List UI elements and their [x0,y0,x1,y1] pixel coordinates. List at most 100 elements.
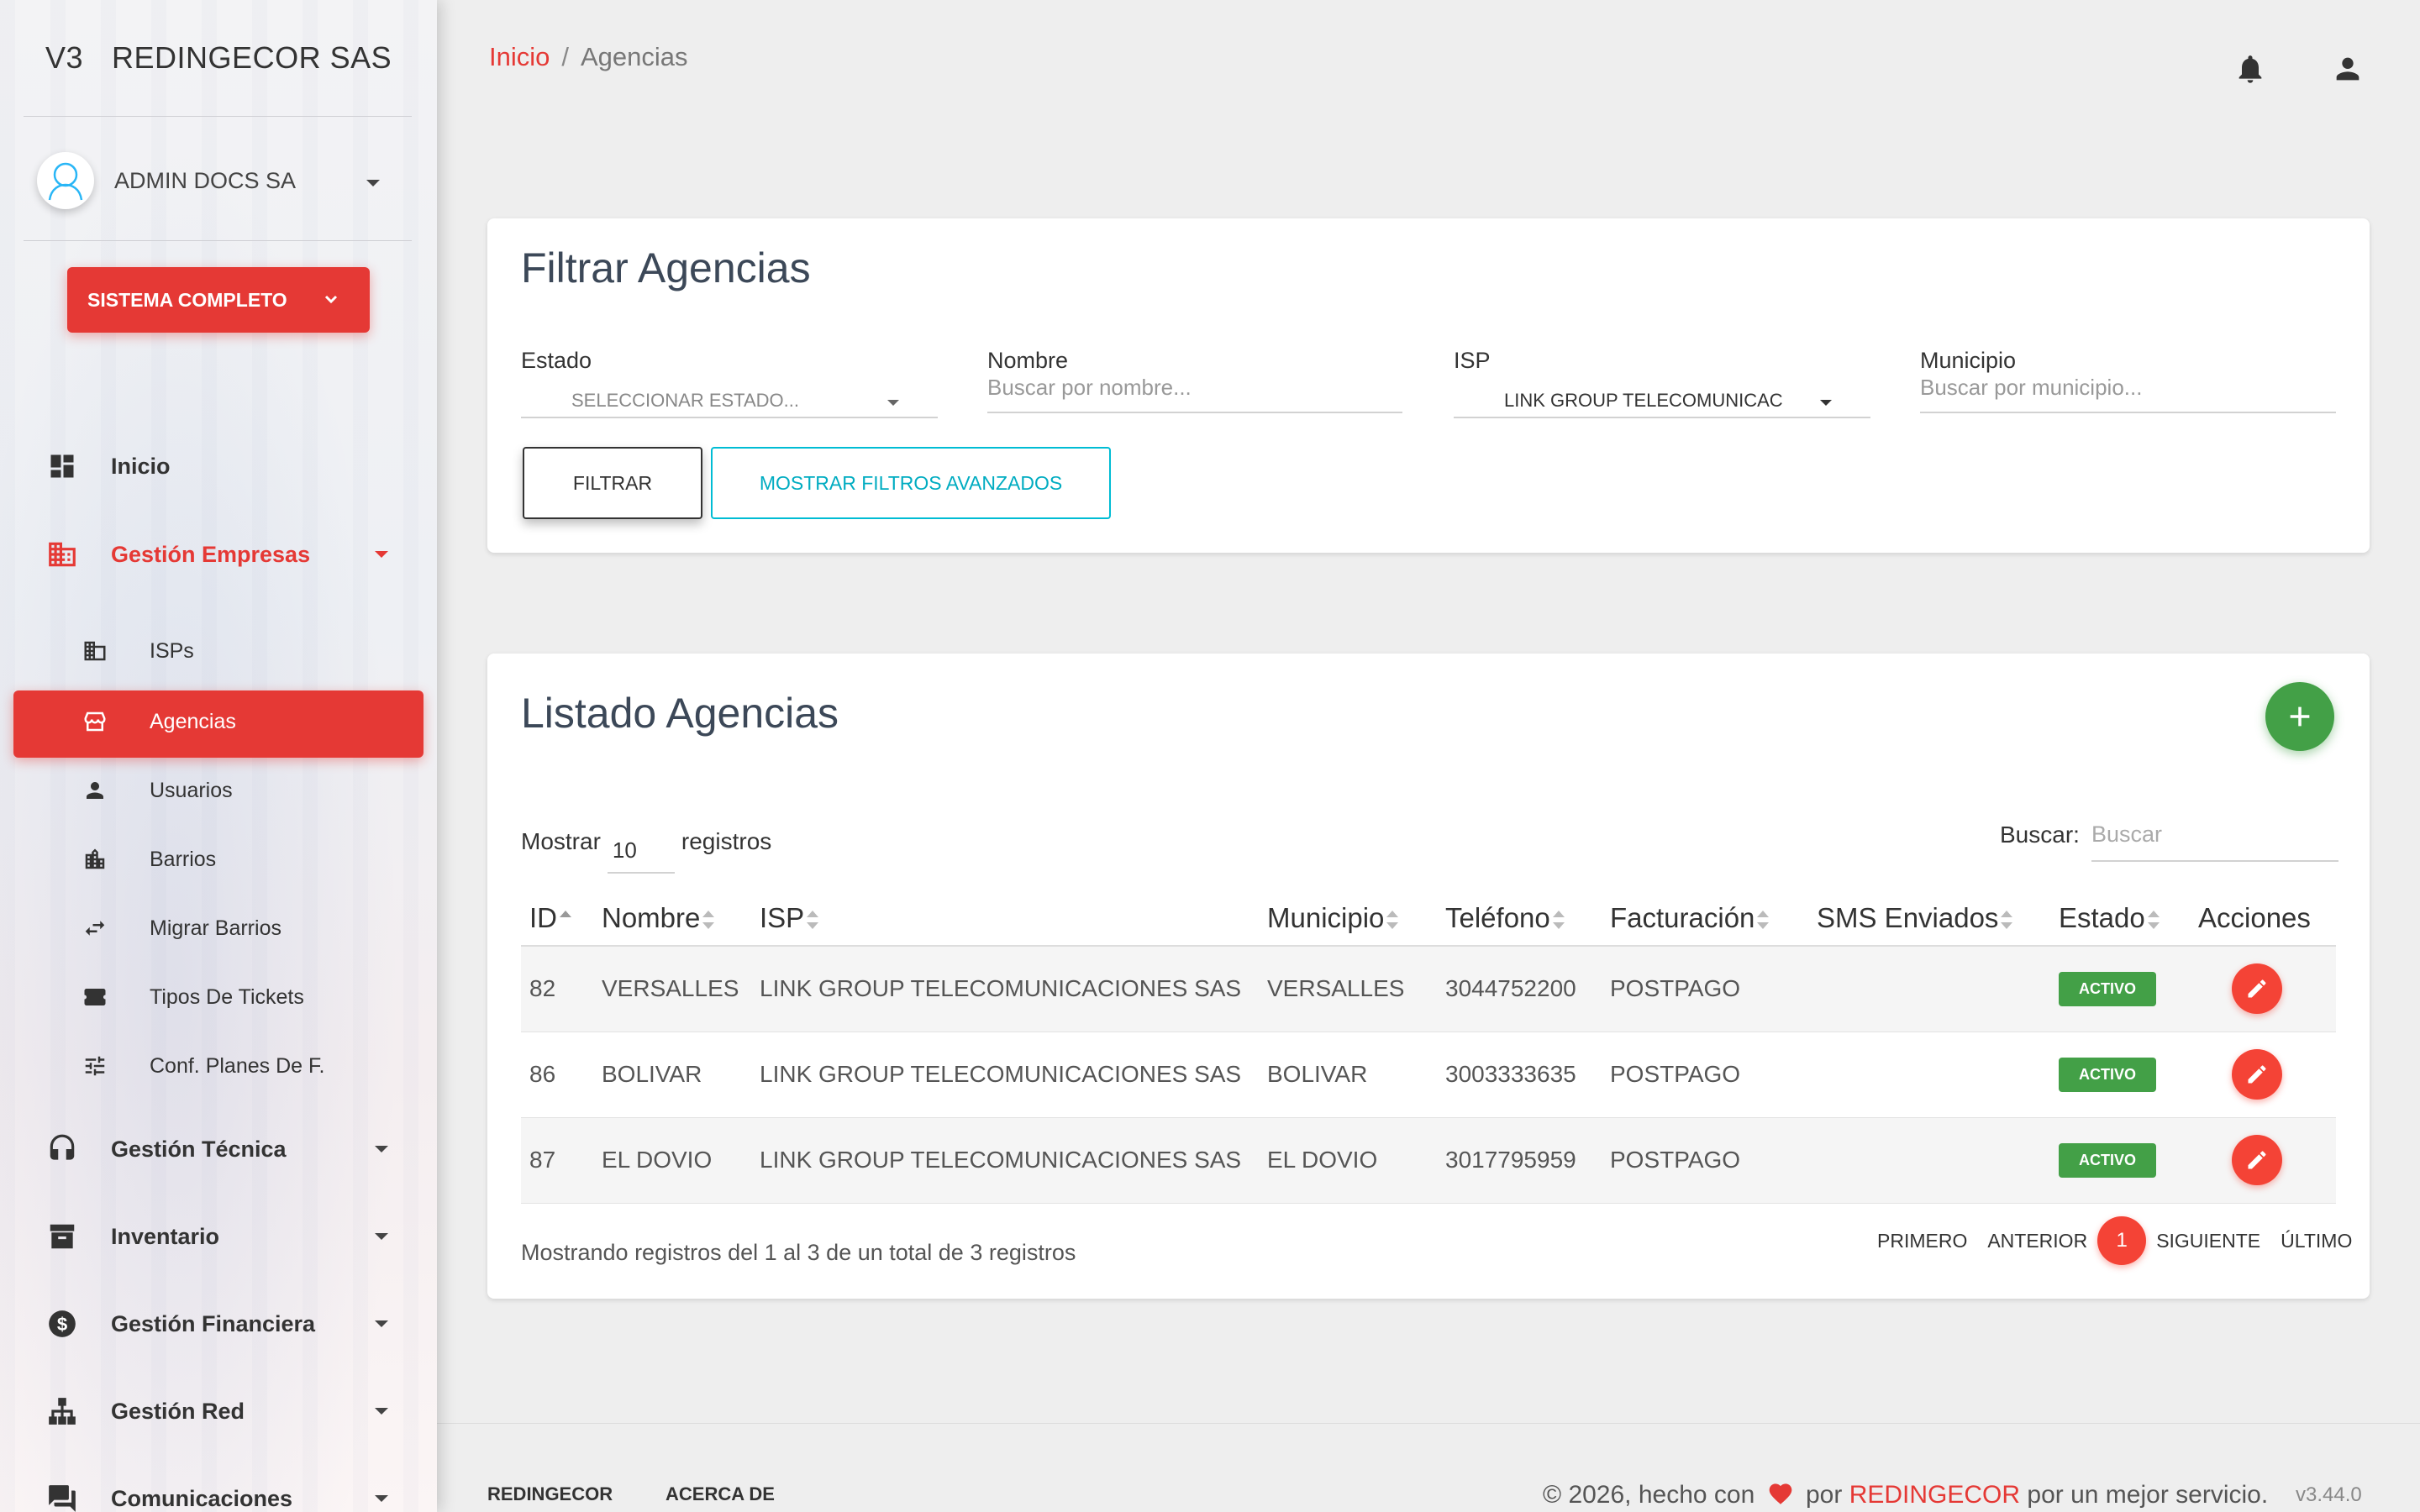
table-row: 86 BOLIVAR LINK GROUP TELECOMUNICACIONES… [521,1032,2336,1118]
edit-button[interactable] [2232,1049,2282,1100]
user-outline-icon [48,162,83,201]
cell-nombre: EL DOVIO [593,1117,751,1204]
footer-link-redingecor[interactable]: REDINGECOR [487,1483,613,1505]
nav-migrar-barrios[interactable]: Migrar Barrios [81,914,281,942]
pager-next[interactable]: SIGUIENTE [2156,1230,2260,1252]
system-select-button[interactable]: SISTEMA COMPLETO [67,267,370,333]
chevron-down-icon [375,1146,388,1152]
nav-isps[interactable]: ISPs [81,637,194,665]
pager-last[interactable]: ÚLTIMO [2281,1230,2352,1252]
cell-isp: LINK GROUP TELECOMUNICACIONES SAS [751,946,1259,1032]
breadcrumb: Inicio / Agencias [489,42,688,72]
nav-usuarios[interactable]: Usuarios [81,776,233,805]
page-length-select[interactable]: 10 [607,837,675,874]
search-input[interactable]: Buscar [2091,822,2338,862]
table-row: 87 EL DOVIO LINK GROUP TELECOMUNICACIONE… [521,1117,2336,1204]
nav-inicio[interactable]: Inicio [45,449,171,483]
col-id[interactable]: ID [521,890,593,947]
pencil-icon [2248,1065,2266,1084]
caret-down-icon [1820,400,1832,406]
cell-telefono: 3003333635 [1437,1032,1602,1118]
nav-tipos-tickets[interactable]: Tipos De Tickets [81,983,304,1011]
add-agency-button[interactable] [2265,682,2334,751]
col-municipio[interactable]: Municipio [1259,890,1437,947]
advanced-filters-button[interactable]: MOSTRAR FILTROS AVANZADOS [711,447,1111,519]
isp-select[interactable]: LINK GROUP TELECOMUNICAC [1454,380,1870,418]
system-select-label: SISTEMA COMPLETO [87,288,287,311]
edit-button[interactable] [2232,963,2282,1015]
nav-agencias[interactable]: Agencias [81,707,236,736]
municipio-input[interactable]: Buscar por municipio... [1920,375,2336,413]
nav-inventario[interactable]: Inventario [45,1220,388,1253]
cell-isp: LINK GROUP TELECOMUNICACIONES SAS [751,1117,1259,1204]
nav-comunicaciones[interactable]: Comunicaciones [45,1482,388,1512]
status-badge: ACTIVO [2059,1142,2157,1178]
caret-down-icon [887,400,899,406]
col-sms[interactable]: SMS Enviados [1808,890,2050,947]
breadcrumb-home[interactable]: Inicio [489,42,550,71]
edit-button[interactable] [2232,1135,2282,1185]
status-badge: ACTIVO [2059,971,2157,1006]
pagination: PRIMERO ANTERIOR 1 SIGUIENTE ÚLTIMO [1877,1216,2372,1265]
nav-label: Gestión Red [111,1398,245,1424]
nav-conf-planes[interactable]: Conf. Planes De F. [81,1052,324,1080]
nav-label: Inicio [111,453,171,479]
chevron-down-icon [366,180,380,186]
footer-link-acerca[interactable]: ACERCA DE [666,1483,775,1505]
cell-id: 86 [521,1032,593,1118]
heart-icon [1767,1480,1794,1512]
sort-icon [2147,910,2160,930]
nav-barrios[interactable]: Barrios [81,845,216,874]
cell-nombre: VERSALLES [593,946,751,1032]
cell-sms [1808,946,2050,1032]
chevron-down-icon [324,295,338,304]
nav-gestion-tecnica[interactable]: Gestión Técnica [45,1132,388,1166]
page-length: Mostrar 10 registros [521,819,771,874]
cell-isp: LINK GROUP TELECOMUNICACIONES SAS [751,1032,1259,1118]
brand-version: V3 [45,40,84,75]
pager-first[interactable]: PRIMERO [1877,1230,1967,1252]
pencil-icon [2248,979,2266,998]
pager-prev[interactable]: ANTERIOR [1987,1230,2087,1252]
estado-select-value: SELECCIONAR ESTADO... [571,390,799,411]
chevron-down-icon [375,1495,388,1502]
cell-telefono: 3044752200 [1437,946,1602,1032]
nav-gestion-empresas[interactable]: Gestión Empresas [45,538,388,571]
sort-icon [1386,910,1399,930]
copyright-brand[interactable]: REDINGECOR [1849,1481,2020,1509]
col-telefono[interactable]: Teléfono [1437,890,1602,947]
money-icon: $ [45,1307,79,1341]
store-icon [81,707,109,736]
nav-label: Gestión Técnica [111,1136,287,1162]
sidebar: V3 REDINGECOR SAS ADMIN DOCS SA SISTEMA C… [0,0,437,1512]
estado-label: Estado [521,348,592,373]
col-nombre[interactable]: Nombre [593,890,751,947]
sort-asc-icon [559,910,572,930]
brand-name: REDINGECOR SAS [112,40,392,75]
sort-icon [1552,910,1565,930]
nav-label: Comunicaciones [111,1485,293,1511]
account-icon[interactable] [2331,52,2365,86]
notifications-icon[interactable] [2233,52,2267,86]
col-estado[interactable]: Estado [2050,890,2190,947]
nav-gestion-financiera[interactable]: $ Gestión Financiera [45,1307,388,1341]
agencies-table: ID Nombre ISP Municipio Teléfono Factura… [521,890,2336,1204]
col-facturacion[interactable]: Facturación [1602,890,1808,947]
chevron-down-icon [375,1233,388,1240]
col-isp[interactable]: ISP [751,890,1259,947]
cell-acciones [2190,1117,2336,1204]
estado-select[interactable]: SELECCIONAR ESTADO... [521,380,938,418]
search-label: Buscar: [2000,822,2080,848]
col-acciones: Acciones [2190,890,2336,947]
table-header-row: ID Nombre ISP Municipio Teléfono Factura… [521,890,2336,947]
person-icon [81,776,109,805]
cell-acciones [2190,1032,2336,1118]
cell-estado: ACTIVO [2050,1117,2190,1204]
brand[interactable]: V3 REDINGECOR SAS [45,40,392,76]
sidebar-divider [24,116,412,117]
filtrar-button[interactable]: FILTRAR [523,447,702,519]
nombre-input[interactable]: Buscar por nombre... [987,375,1402,413]
pager-current[interactable]: 1 [2097,1216,2147,1265]
nav-gestion-red[interactable]: Gestión Red [45,1394,388,1428]
user-menu[interactable]: ADMIN DOCS SA [37,152,398,209]
